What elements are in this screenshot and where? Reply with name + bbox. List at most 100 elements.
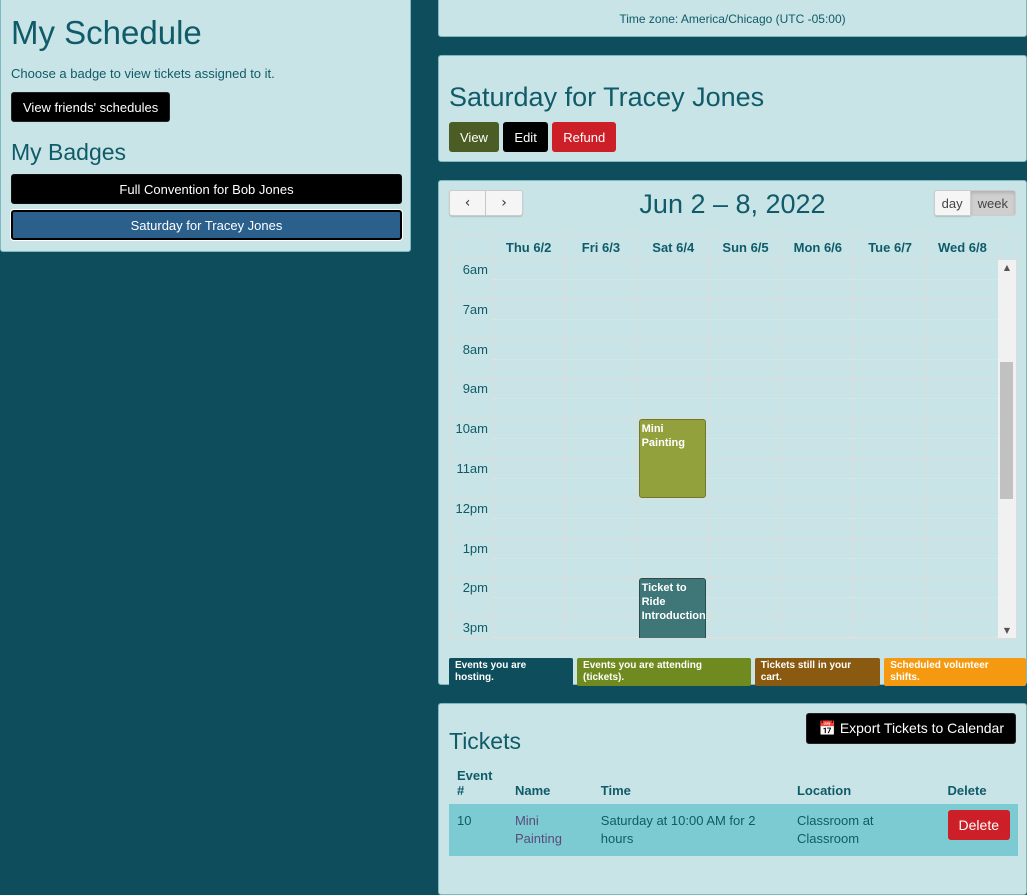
edit-button[interactable]: Edit (503, 122, 548, 152)
time-slot[interactable] (565, 379, 638, 419)
time-slot[interactable] (782, 458, 855, 498)
legend-volunteer: Scheduled volunteer shifts. (884, 658, 1026, 686)
time-slot[interactable] (926, 339, 999, 379)
time-slot[interactable] (637, 498, 710, 538)
time-slot[interactable] (782, 339, 855, 379)
view-button[interactable]: View (449, 122, 499, 152)
time-slot[interactable] (926, 379, 999, 419)
time-slot[interactable] (565, 260, 638, 299)
calendar-event[interactable]: Mini Painting (638, 419, 706, 498)
time-slot[interactable] (493, 578, 566, 618)
time-slot[interactable] (493, 618, 566, 638)
time-slot[interactable] (854, 260, 927, 299)
time-slot[interactable] (782, 299, 855, 339)
my-badges-heading: My Badges (11, 139, 127, 165)
time-slot[interactable] (709, 299, 783, 339)
time-slot[interactable] (493, 458, 566, 498)
export-tickets-button[interactable]: 📅 Export Tickets to Calendar (806, 713, 1016, 744)
time-slot[interactable] (782, 498, 855, 538)
time-slot[interactable] (709, 260, 783, 299)
time-slot[interactable] (926, 299, 999, 339)
calendar-event[interactable]: Ticket to Ride Introduction (638, 578, 706, 638)
time-slot[interactable] (709, 498, 783, 538)
time-slot[interactable] (782, 578, 855, 618)
time-slot[interactable] (782, 419, 855, 458)
time-slot[interactable] (565, 578, 638, 618)
cell-name[interactable]: Mini Painting (506, 804, 593, 856)
week-view-button[interactable]: week (970, 190, 1016, 216)
axis-corner (450, 236, 493, 259)
scrollbar-thumb[interactable] (1000, 362, 1013, 499)
time-slot[interactable] (854, 498, 927, 538)
time-slot[interactable] (565, 339, 638, 379)
time-slot[interactable] (854, 618, 927, 638)
time-slot[interactable] (926, 538, 999, 578)
tickets-table: Event # Name Time Location Delete 10 Min… (449, 768, 1018, 856)
badge-button-tracey-jones[interactable]: Saturday for Tracey Jones (11, 210, 402, 240)
time-slot[interactable] (565, 458, 638, 498)
time-grid[interactable]: 6am 7am 8am 9am 10am 11am 12pm 1pm 2pm 3pm Mini Pa… (450, 260, 1016, 638)
calendar-toolbar: ‹ › Jun 2 – 8, 2022 day week (449, 181, 1016, 235)
time-slot[interactable] (565, 498, 638, 538)
time-slot[interactable] (709, 458, 783, 498)
time-slot[interactable] (637, 538, 710, 578)
view-friends-schedules-button[interactable]: View friends' schedules (11, 92, 171, 122)
day-header: Tue 6/7 (854, 236, 927, 259)
time-slot[interactable] (926, 260, 999, 299)
time-slot[interactable] (637, 299, 710, 339)
time-slot[interactable] (493, 339, 566, 379)
time-slot[interactable] (854, 458, 927, 498)
refund-button[interactable]: Refund (552, 122, 617, 152)
page-subtitle: Choose a badge to view tickets assigned … (11, 66, 275, 81)
time-slot[interactable] (926, 498, 999, 538)
time-slot[interactable] (926, 618, 999, 638)
time-slot[interactable] (493, 538, 566, 578)
hour-label: 8am (450, 339, 493, 379)
time-slot[interactable] (565, 299, 638, 339)
calendar-panel: ‹ › Jun 2 – 8, 2022 day week Thu 6/2 Fri… (438, 180, 1027, 686)
time-slot[interactable] (926, 419, 999, 458)
badge-button-bob-jones[interactable]: Full Convention for Bob Jones (11, 174, 402, 204)
time-slot[interactable] (709, 379, 783, 419)
time-slot[interactable] (926, 578, 999, 618)
scroll-down-icon[interactable]: ▼ (998, 626, 1016, 635)
time-slot[interactable] (565, 538, 638, 578)
time-slot[interactable] (926, 458, 999, 498)
time-slot[interactable] (493, 260, 566, 299)
legend-attending: Events you are attending (tickets). (577, 658, 751, 686)
time-slot[interactable] (782, 260, 855, 299)
view-switcher: day week (933, 190, 1016, 216)
time-slot[interactable] (709, 419, 783, 458)
time-slot[interactable] (854, 419, 927, 458)
calendar-scrollbar[interactable]: ▲ ▼ (998, 260, 1016, 638)
time-slot[interactable] (854, 538, 927, 578)
time-slot[interactable] (709, 578, 783, 618)
column-header-time: Time (600, 783, 631, 798)
time-slot[interactable] (782, 538, 855, 578)
time-slot[interactable] (493, 419, 566, 458)
time-slot[interactable] (565, 618, 638, 638)
time-slot[interactable] (493, 379, 566, 419)
time-slot[interactable] (709, 618, 783, 638)
scroll-up-icon[interactable]: ▲ (998, 263, 1016, 272)
cell-time: Saturday at 10:00 AM for 2 hours (592, 804, 789, 856)
delete-ticket-button[interactable]: Delete (947, 810, 1010, 840)
time-slot[interactable] (854, 339, 927, 379)
time-slot[interactable] (709, 339, 783, 379)
time-slot[interactable] (493, 299, 566, 339)
time-slot[interactable] (709, 538, 783, 578)
time-slot[interactable] (565, 419, 638, 458)
timezone-label: Time zone: America/Chicago (UTC -05:00) (619, 12, 846, 26)
time-slot[interactable] (782, 379, 855, 419)
hour-row: 8am (450, 339, 999, 380)
time-slot[interactable] (637, 339, 710, 379)
time-slot[interactable] (782, 618, 855, 638)
day-view-button[interactable]: day (933, 190, 971, 216)
time-slot[interactable] (854, 578, 927, 618)
time-slot[interactable] (493, 498, 566, 538)
time-slot[interactable] (854, 379, 927, 419)
time-slot[interactable] (854, 299, 927, 339)
hour-row: 10am (450, 419, 999, 459)
time-slot[interactable] (637, 379, 710, 419)
time-slot[interactable] (637, 260, 710, 299)
